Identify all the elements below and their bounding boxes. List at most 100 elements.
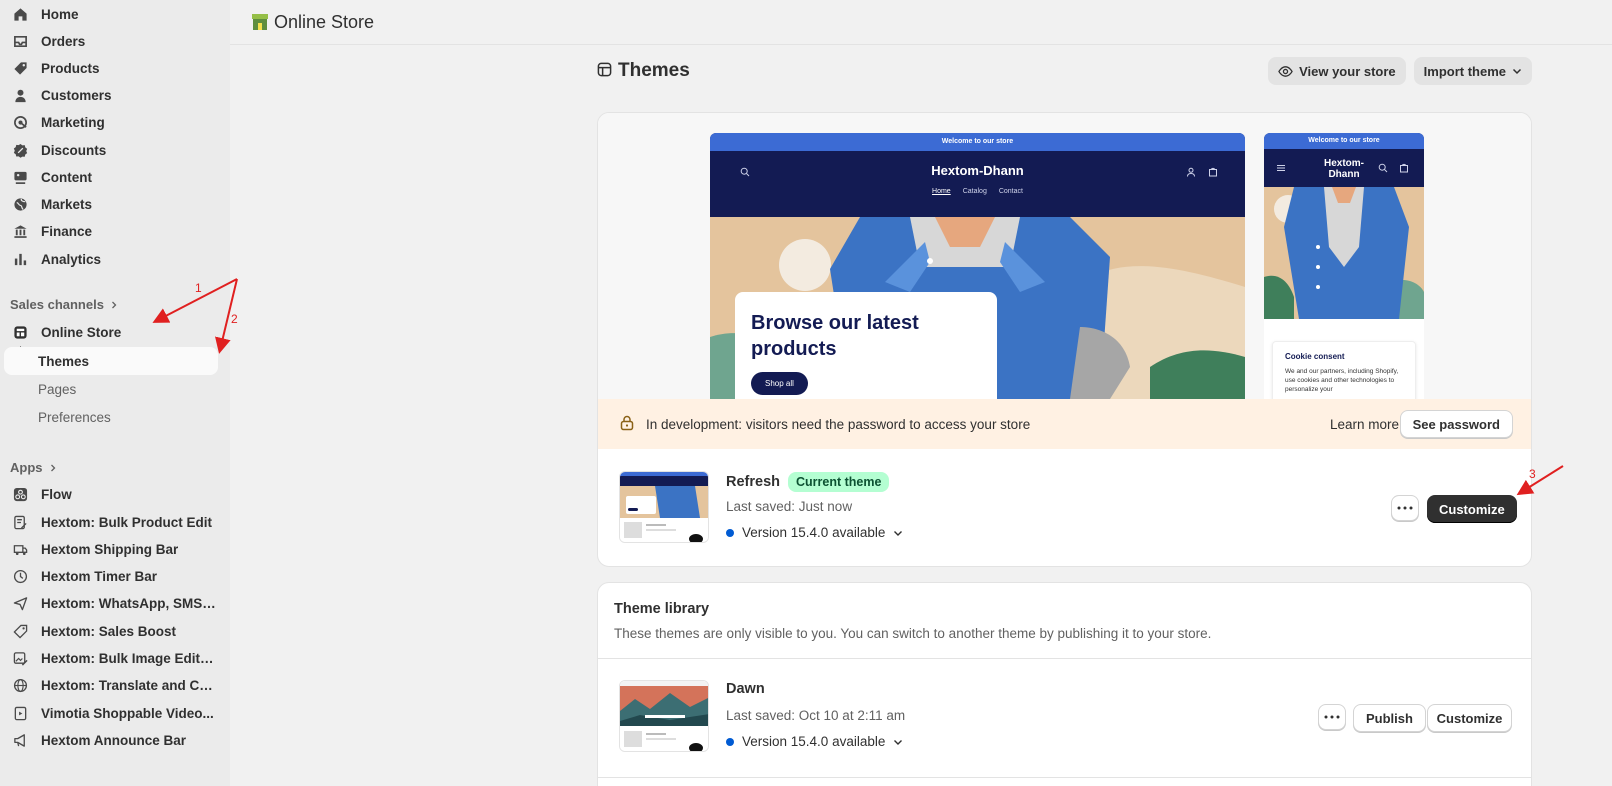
sidebar: Home Orders Products Customers Marketing…	[0, 0, 230, 786]
sidebar-app-vimotia[interactable]: Vimotia Shoppable Video...	[4, 700, 218, 727]
version-dropdown[interactable]: Version 15.4.0 available	[726, 525, 903, 540]
theme-name-row: Refresh Current theme	[726, 472, 890, 492]
sidebar-item-label: Orders	[41, 34, 86, 49]
current-theme-card: Welcome to our store Hextom-Dhann Home C…	[597, 112, 1532, 567]
sidebar-app-bulk-image-edit[interactable]: Hextom: Bulk Image Edit &...	[4, 645, 218, 672]
sidebar-app-whatsapp-sms[interactable]: Hextom: WhatsApp, SMS ...	[4, 590, 218, 617]
sidebar-item-label: Hextom Shipping Bar	[41, 542, 179, 557]
theme-library-card: Theme library These themes are only visi…	[597, 582, 1532, 786]
theme-thumbnail[interactable]	[619, 471, 709, 543]
sidebar-item-label: Themes	[38, 353, 90, 369]
sales-channels-header[interactable]: Sales channels	[10, 297, 118, 312]
menu-item: Contact	[998, 188, 1023, 195]
more-actions-button[interactable]	[1391, 495, 1419, 521]
sidebar-item-label: Customers	[41, 88, 112, 103]
apps-header[interactable]: Apps	[10, 460, 57, 475]
menu-item: Home	[932, 188, 951, 195]
annotation-number: 1	[195, 281, 202, 295]
person-icon	[12, 88, 28, 104]
inbox-icon	[12, 34, 28, 50]
annotation-number: 2	[231, 312, 238, 326]
sidebar-app-announce-bar[interactable]: Hextom Announce Bar	[4, 727, 218, 754]
chevron-right-icon	[50, 464, 55, 471]
sidebar-app-flow[interactable]: Flow	[4, 481, 218, 508]
sidebar-item-customers[interactable]: Customers	[4, 82, 218, 109]
sidebar-item-products[interactable]: Products	[4, 55, 218, 82]
cart-icon	[1209, 167, 1217, 177]
library-title: Theme library	[614, 601, 710, 617]
sidebar-item-label: Home	[41, 7, 79, 22]
sidebar-item-online-store[interactable]: Online Store	[4, 319, 218, 346]
sidebar-app-bulk-product-edit[interactable]: Hextom: Bulk Product Edit	[4, 509, 218, 536]
cookie-consent: Cookie consent We and our partners, incl…	[1272, 341, 1416, 399]
sidebar-item-label: Pages	[38, 381, 77, 397]
chevron-down-icon	[1512, 68, 1522, 75]
view-store-button[interactable]: View your store	[1268, 57, 1406, 85]
discount-icon	[12, 143, 28, 159]
learn-more-link[interactable]: Learn more	[1330, 417, 1399, 432]
sidebar-item-label: Content	[41, 170, 92, 185]
consent-text: We and our partners, including Shopify, …	[1285, 368, 1399, 393]
sidebar-app-timer-bar[interactable]: Hextom Timer Bar	[4, 563, 218, 590]
announcement-bar: Welcome to our store	[1264, 133, 1424, 149]
dev-password-banner: In development: visitors need the passwo…	[598, 399, 1531, 449]
sidebar-item-pages[interactable]: Pages	[4, 375, 218, 403]
flow-icon	[12, 487, 28, 503]
version-dot-icon	[726, 528, 734, 537]
last-saved-text: Last saved: Just now	[726, 499, 853, 514]
sidebar-item-content[interactable]: Content	[4, 164, 218, 191]
sidebar-item-label: Preferences	[38, 409, 111, 425]
import-theme-label: Import theme	[1423, 63, 1506, 79]
sidebar-item-label: Hextom Timer Bar	[41, 569, 158, 584]
sidebar-app-sales-boost[interactable]: Hextom: Sales Boost	[4, 618, 218, 645]
sidebar-item-label: Hextom: Sales Boost	[41, 624, 177, 639]
sidebar-item-discounts[interactable]: Discounts	[4, 137, 218, 164]
see-password-button[interactable]: See password	[1399, 410, 1513, 438]
content-icon	[12, 170, 28, 186]
sidebar-item-finance[interactable]: Finance	[4, 218, 218, 245]
theme-name-row: Dawn	[726, 681, 765, 697]
theme-preview[interactable]: Welcome to our store Hextom-Dhann Home C…	[598, 113, 1531, 399]
lock-icon	[620, 415, 634, 434]
version-text: Version 15.4.0 available	[742, 734, 886, 749]
customize-button[interactable]: Customize	[1427, 495, 1517, 523]
search-icon	[1378, 163, 1388, 173]
sidebar-app-shipping-bar[interactable]: Hextom Shipping Bar	[4, 536, 218, 563]
theme-thumbnail[interactable]	[619, 680, 709, 752]
import-theme-button[interactable]: Import theme	[1413, 57, 1532, 85]
more-actions-button[interactable]	[1318, 704, 1346, 730]
sidebar-item-home[interactable]: Home	[4, 1, 218, 28]
image-edit-icon	[12, 651, 28, 667]
send-icon	[12, 596, 28, 612]
sidebar-item-themes[interactable]: Themes	[4, 347, 218, 375]
version-dot-icon	[726, 737, 734, 746]
sidebar-item-markets[interactable]: Markets	[4, 191, 218, 218]
themes-icon	[597, 62, 612, 80]
sidebar-item-label: Online Store	[41, 325, 122, 340]
annotation-number: 3	[1529, 467, 1536, 481]
megaphone-icon	[12, 733, 28, 749]
sidebar-item-label: Hextom: WhatsApp, SMS ...	[41, 596, 217, 611]
sidebar-app-translate[interactable]: Hextom: Translate and Cu...	[4, 672, 218, 699]
sidebar-item-orders[interactable]: Orders	[4, 28, 218, 55]
online-store-app-icon	[250, 12, 270, 32]
divider	[598, 777, 1531, 778]
customize-library-button[interactable]: Customize	[1427, 704, 1512, 732]
banner-text: In development: visitors need the passwo…	[646, 416, 1031, 432]
version-dropdown[interactable]: Version 15.4.0 available	[726, 734, 903, 749]
sidebar-item-label: Discounts	[41, 143, 107, 158]
announcement-bar: Welcome to our store	[710, 133, 1245, 151]
menu-item: Catalog	[962, 188, 987, 195]
sidebar-item-label: Hextom: Bulk Image Edit &...	[41, 651, 217, 666]
sidebar-item-label: Finance	[41, 224, 93, 239]
publish-button[interactable]: Publish	[1353, 704, 1426, 732]
top-bar: Online Store	[230, 0, 1612, 45]
sidebar-item-analytics[interactable]: Analytics	[4, 246, 218, 273]
refresh-thumbnail-image	[620, 472, 708, 542]
sidebar-item-label: Hextom: Bulk Product Edit	[41, 515, 213, 530]
hero-banner-mobile	[1264, 187, 1424, 319]
sidebar-item-marketing[interactable]: Marketing	[4, 109, 218, 136]
theme-name: Dawn	[726, 681, 765, 697]
menu-icon	[1277, 165, 1285, 171]
sidebar-item-preferences[interactable]: Preferences	[4, 403, 218, 431]
